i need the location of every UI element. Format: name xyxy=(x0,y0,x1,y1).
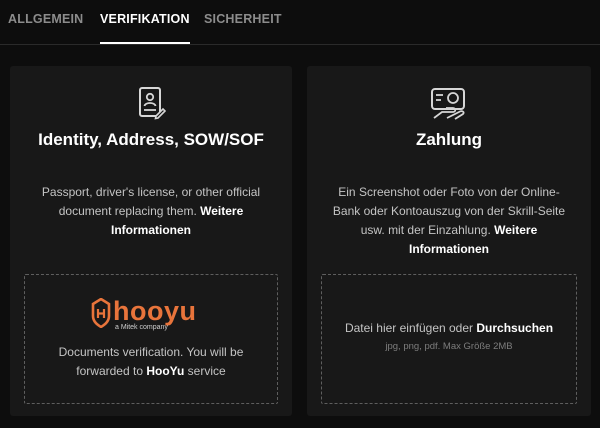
hooyu-logo: hooyu a Mitek company xyxy=(91,296,211,334)
tab-bar: ALLGEMEIN VERIFIKATION SICHERHEIT xyxy=(0,0,600,45)
browse-button[interactable]: Durchsuchen xyxy=(476,321,553,335)
upload-hint: jpg, png, pdf. Max Größe 2MB xyxy=(385,341,513,352)
card-title: Zahlung xyxy=(415,130,483,149)
card-description: Ein Screenshot oder Foto von der Online-… xyxy=(325,183,573,259)
tab-allgemein[interactable]: ALLGEMEIN xyxy=(8,12,83,26)
tab-sicherheit[interactable]: SICHERHEIT xyxy=(204,12,282,26)
identity-card: Identity, Address, SOW/SOF Passport, dri… xyxy=(10,66,292,416)
upload-instructions: Datei hier einfügen oder Durchsuchen xyxy=(322,321,576,335)
hooyu-text-after: service xyxy=(184,364,226,378)
card-title: Identity, Address, SOW/SOF xyxy=(38,130,264,149)
upload-text: Datei hier einfügen oder xyxy=(344,321,477,335)
hooyu-verification-box[interactable]: hooyu a Mitek company Documents verifica… xyxy=(24,274,278,404)
tab-verifikation[interactable]: VERIFIKATION xyxy=(100,12,190,44)
file-dropzone[interactable]: Datei hier einfügen oder Durchsuchen jpg… xyxy=(321,274,577,404)
card-description: Passport, driver's license, or other off… xyxy=(28,183,274,240)
hooyu-tagline: a Mitek company xyxy=(115,324,168,331)
hooyu-wordmark: hooyu xyxy=(113,296,197,326)
payment-card-icon xyxy=(429,86,469,125)
hooyu-description: Documents verification. You will be forw… xyxy=(31,343,271,381)
id-document-icon xyxy=(136,86,167,125)
hooyu-link[interactable]: HooYu xyxy=(146,364,184,378)
payment-card: Zahlung Ein Screenshot oder Foto von der… xyxy=(307,66,591,416)
